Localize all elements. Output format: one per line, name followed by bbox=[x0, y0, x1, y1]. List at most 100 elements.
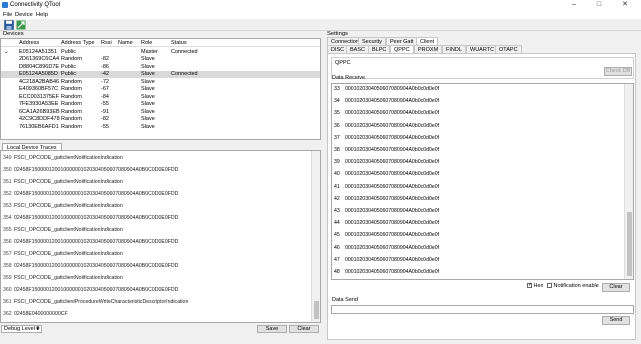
trace-text: 02458F1500001200100000010203040506070809… bbox=[14, 263, 179, 269]
list-item: 360 02458F1500001200100000010203040506070… bbox=[3, 287, 178, 293]
tab-qppc[interactable]: QPPC bbox=[390, 45, 414, 53]
line-number: 46 bbox=[334, 244, 340, 251]
traces-list[interactable]: 349 FSCI_OPCODE_gattclientNotificationInd… bbox=[0, 150, 321, 323]
clear-traces-button[interactable]: Clear bbox=[289, 325, 319, 333]
data-receive-scrollbar[interactable] bbox=[624, 84, 633, 279]
notification-label: Notification enable bbox=[553, 283, 599, 289]
table-row[interactable]: 76130EB6AFD1 Random -55 Slave bbox=[1, 123, 320, 131]
trace-text: 02458F1500001200100000010203040506070809… bbox=[14, 287, 179, 293]
line-number: 352 bbox=[3, 191, 12, 197]
line-number: 43 bbox=[334, 208, 340, 214]
table-row[interactable]: E05124A5085D Public -42 Slave Connected bbox=[1, 70, 320, 78]
cell-role: Slave bbox=[141, 123, 155, 130]
table-row[interactable]: 2D61369C6CA4 Random -82 Slave bbox=[1, 56, 320, 64]
line-number: 34 bbox=[334, 98, 340, 105]
col-rssi[interactable]: Rssi bbox=[101, 40, 112, 46]
list-item: 34 0001020304050607080904A0b0c0d0e0f bbox=[334, 98, 439, 104]
qppc-group: QPPC Check DB bbox=[331, 57, 634, 79]
cell-address-type: Random bbox=[61, 101, 82, 107]
hex-checkbox[interactable] bbox=[527, 282, 532, 289]
debug-level-select[interactable]: Debug Level 0 ▾ bbox=[1, 325, 42, 333]
received-data: 0001020304050607080904A0b0c0d0e0f bbox=[345, 244, 440, 251]
table-row[interactable]: ECC0031375EF Random -84 Slave bbox=[1, 93, 320, 101]
hex-option[interactable]: Hex bbox=[527, 282, 543, 289]
list-item: 47 0001020304050607080904A0b0c0d0e0f bbox=[334, 257, 439, 263]
list-item: 33 0001020304050607080904A0b0c0d0e0f bbox=[334, 86, 439, 92]
line-number: 47 bbox=[334, 256, 340, 263]
data-receive-list[interactable]: 33 0001020304050607080904A0b0c0d0e0f 34 000… bbox=[331, 83, 634, 280]
tab-proxm[interactable]: PROXM bbox=[414, 45, 443, 53]
line-number: 357 bbox=[3, 251, 12, 257]
tab-basc[interactable]: BASC bbox=[346, 45, 369, 53]
tab-security[interactable]: Security bbox=[358, 37, 386, 45]
received-data: 0001020304050607080904A0b0c0d0e0f bbox=[345, 110, 440, 117]
cell-rssi: -91 bbox=[101, 108, 109, 115]
col-role[interactable]: Role bbox=[141, 40, 152, 46]
list-item: 37 0001020304050607080904A0b0c0d0e0f bbox=[334, 135, 439, 141]
table-row[interactable]: 6CA1A26B93EB Random -91 Slave bbox=[1, 108, 320, 116]
send-button[interactable]: Send bbox=[602, 316, 630, 325]
cell-role: Slave bbox=[141, 86, 155, 92]
col-address-type[interactable]: Address Type bbox=[61, 40, 95, 46]
list-item: 40 0001020304050607080904A0b0c0d0e0f bbox=[334, 171, 439, 177]
menu-device[interactable]: Device bbox=[15, 12, 33, 18]
close-icon[interactable]: ✕ bbox=[614, 0, 636, 10]
cell-role: Slave bbox=[141, 71, 155, 77]
col-status[interactable]: Status bbox=[171, 40, 187, 46]
save-icon[interactable] bbox=[4, 20, 14, 30]
traces-scroll-thumb[interactable] bbox=[314, 301, 319, 319]
cell-role: Slave bbox=[141, 78, 155, 85]
maximize-icon[interactable]: □ bbox=[588, 0, 610, 10]
col-address[interactable]: Address bbox=[19, 40, 39, 46]
traces-scrollbar[interactable] bbox=[311, 151, 320, 322]
table-row[interactable]: 7FE3930A53EE Random -55 Slave bbox=[1, 101, 320, 109]
expand-chevron-icon[interactable]: ⌄ bbox=[4, 49, 9, 55]
table-row[interactable]: D8804C896D7E Public -86 Slave bbox=[1, 63, 320, 71]
cell-role: Slave bbox=[141, 56, 155, 62]
menu-help[interactable]: Help bbox=[36, 12, 48, 18]
minimize-icon[interactable]: – bbox=[563, 0, 585, 10]
table-row[interactable]: 4C218A2BAB46 Random -72 Slave bbox=[1, 78, 320, 86]
menu-file[interactable]: File bbox=[3, 12, 12, 18]
tab-otapc[interactable]: OTAPC bbox=[495, 45, 522, 53]
cell-address: ECC0031375EF bbox=[19, 93, 60, 100]
tab-peer-gatt[interactable]: Peer Gatt bbox=[386, 37, 418, 45]
table-row[interactable]: 42C9C8DDF478 Random -82 Slave bbox=[1, 116, 320, 124]
data-receive-label: Data Receive bbox=[332, 75, 366, 81]
list-item: 358 02458F1500001200100000010203040506070… bbox=[3, 263, 178, 269]
qppc-panel: QPPC Check DB Data Receive 33 00010203040… bbox=[327, 53, 636, 340]
devices-table[interactable]: Address Address Type Rssi Name Role Stat… bbox=[0, 38, 321, 140]
list-item: 36 0001020304050607080904A0b0c0d0e0f bbox=[334, 123, 439, 129]
line-number: 349 bbox=[3, 155, 12, 161]
list-item: 357 FSCI_OPCODE_gattclientNotificationInd… bbox=[3, 251, 123, 257]
received-data: 0001020304050607080904A0b0c0d0e0f bbox=[345, 159, 440, 166]
line-number: 40 bbox=[334, 171, 340, 178]
tab-disc[interactable]: DISC bbox=[327, 45, 349, 53]
list-item: 35 0001020304050607080904A0b0c0d0e0f bbox=[334, 110, 439, 116]
check-db-button[interactable]: Check DB bbox=[604, 67, 632, 76]
cell-role: Slave bbox=[141, 108, 155, 115]
notification-option[interactable]: Notification enable bbox=[547, 283, 599, 289]
tab-blpc[interactable]: BLPC bbox=[368, 45, 391, 53]
data-receive-scroll-thumb[interactable] bbox=[627, 212, 632, 276]
line-number: 353 bbox=[3, 203, 12, 209]
data-send-input[interactable] bbox=[331, 305, 634, 314]
tab-client[interactable]: Client bbox=[416, 37, 439, 45]
save-button[interactable]: Save bbox=[257, 325, 287, 333]
cell-role: Slave bbox=[141, 93, 155, 100]
notification-checkbox[interactable] bbox=[547, 283, 552, 289]
tab-findl[interactable]: FINDL bbox=[442, 45, 466, 53]
trace-text: 02458E0400000000CF bbox=[14, 311, 68, 317]
clear-receive-button[interactable]: Clear bbox=[602, 283, 630, 292]
list-item: 43 0001020304050607080904A0b0c0d0e0f bbox=[334, 208, 439, 214]
trace-text: FSCI_OPCODE_gattclientNotificationIndica… bbox=[14, 155, 123, 161]
col-name[interactable]: Name bbox=[118, 40, 133, 46]
table-row[interactable]: E409360BF57C Random -67 Slave bbox=[1, 86, 320, 94]
cell-address-type: Random bbox=[61, 123, 82, 130]
table-row[interactable]: ⌄ E05124A51351 Public Master Connected bbox=[1, 48, 320, 56]
cell-rssi: -67 bbox=[101, 86, 109, 92]
app-icon bbox=[2, 2, 8, 8]
connect-icon[interactable] bbox=[16, 20, 26, 30]
cell-address: E05124A51351 bbox=[19, 48, 57, 55]
tab-wuartc[interactable]: WUARTC bbox=[466, 45, 499, 53]
